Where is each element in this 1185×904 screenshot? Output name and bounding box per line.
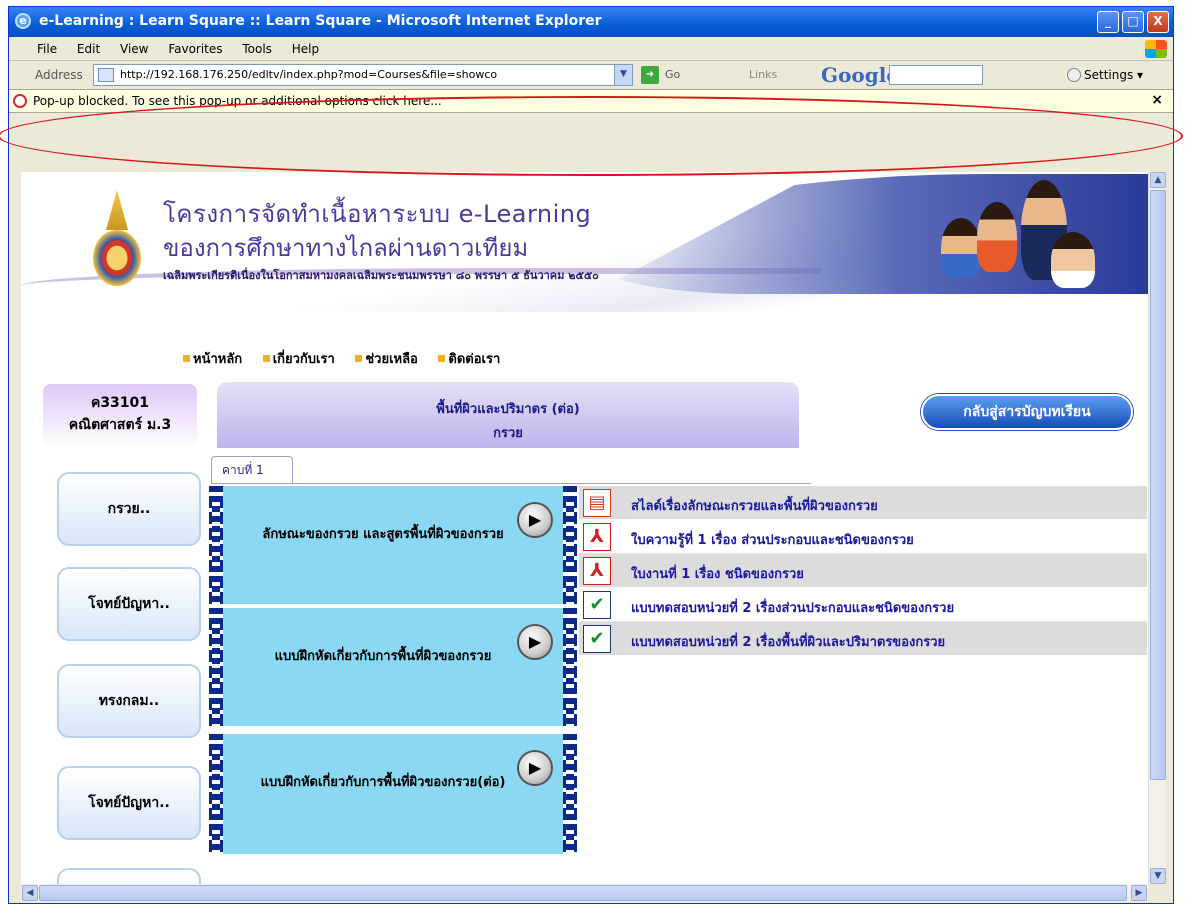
tab-period-1[interactable]: คาบที่ 1 [211,456,293,484]
sidebar-item-problem-1[interactable]: โจทย์ปัญหา.. [57,567,201,641]
resource-link[interactable]: ใบความรู้ที่ 1 เรื่อง ส่วนประกอบและชนิดข… [631,529,914,550]
quiz-icon: ✔ [583,591,611,619]
address-label: Address [35,68,83,82]
google-toolbar-logo: Google [821,63,900,87]
url-text: http://192.168.176.250/edltv/index.php?m… [120,68,498,81]
settings-button[interactable]: Settings ▾ [1067,68,1143,82]
windows-logo-icon [1145,40,1167,58]
window-title: e-Learning : Learn Square :: Learn Squar… [39,13,602,29]
royal-seal-logo [87,190,147,290]
menu-view[interactable]: View [120,42,148,56]
menu-edit[interactable]: Edit [77,42,100,56]
address-bar: Address http://192.168.176.250/edltv/ind… [9,61,1173,89]
title-bar[interactable]: e e-Learning : Learn Square :: Learn Squ… [9,7,1173,37]
back-to-contents-button[interactable]: กลับสู่สารบัญบทเรียน [921,394,1133,430]
main-nav: หน้าหลัก เกี่ยวกับเรา ช่วยเหลือ ติดต่อเร… [183,348,516,369]
course-code: ค33101 [90,395,150,411]
scroll-up-icon[interactable]: ▲ [1150,172,1166,188]
scroll-thumb[interactable] [1150,190,1166,780]
popup-blocked-bar[interactable]: Pop-up blocked. To see this pop-up or ad… [9,89,1173,113]
menu-help[interactable]: Help [292,42,319,56]
banner-tagline: เฉลิมพระเกียรติเนื่องในโอกาสมหามงคลเฉลิม… [163,269,599,282]
banner-subtitle: ของการศึกษาทางไกลผ่านดาวเทียม [163,234,529,262]
minimize-button[interactable]: _ [1097,11,1119,33]
lesson-header: พื้นที่ผิวและปริมาตร (ต่อ) กรวย [217,382,799,448]
course-name: คณิตศาสตร์ ม.3 [68,417,172,433]
sidebar-item-problem-2[interactable]: โจทย์ปัญหา.. [57,766,201,840]
video-title: แบบฝึกหัดเกี่ยวกับการพื้นที่ผิวของกรวย(ต… [260,775,506,790]
go-button[interactable]: Go [665,68,680,81]
menu-bar: File Edit View Favorites Tools Help [9,37,1173,61]
scroll-right-icon[interactable]: ▶ [1131,885,1147,901]
site-banner: โครงการจัดทำเนื้อหาระบบ e-Learning ของกา… [21,172,1148,312]
browser-window: e e-Learning : Learn Square :: Learn Squ… [8,6,1174,904]
nav-home[interactable]: หน้าหลัก [183,352,242,367]
video-item[interactable]: แบบฝึกหัดเกี่ยวกับการพื้นที่ผิวของกรวย(ต… [209,734,577,854]
go-arrow-icon[interactable]: ➜ [641,66,659,84]
settings-label: Settings [1084,68,1134,82]
resource-row[interactable]: ✔ แบบทดสอบหน่วยที่ 2 เรื่องส่วนประกอบและ… [579,588,1147,622]
scroll-left-icon[interactable]: ◀ [22,885,38,901]
page-icon [98,68,114,82]
ie-icon: e [15,13,31,29]
sidebar-item-sphere[interactable]: ทรงกลม.. [57,664,201,738]
play-icon[interactable]: ▶ [517,624,553,660]
resource-link[interactable]: ใบงานที่ 1 เรื่อง ชนิดของกรวย [631,563,804,584]
scroll-down-icon[interactable]: ▼ [1150,868,1166,884]
vertical-scrollbar[interactable]: ▲ ▼ [1148,172,1166,884]
pdf-icon: ⅄ [583,523,611,551]
popup-blocked-text: Pop-up blocked. To see this pop-up or ad… [33,94,442,108]
play-icon[interactable]: ▶ [517,502,553,538]
page-content: โครงการจัดทำเนื้อหาระบบ e-Learning ของกา… [21,172,1148,884]
hscroll-thumb[interactable] [39,885,1127,901]
video-item[interactable]: ลักษณะของกรวย และสูตรพื้นที่ผิวของกรวย ▶ [209,486,577,604]
resource-row[interactable]: ✔ แบบทดสอบหน่วยที่ 2 เรื่องพื้นที่ผิวและ… [579,622,1147,656]
menu-file[interactable]: File [37,42,57,56]
links-button[interactable]: Links [749,68,777,81]
resource-row[interactable]: ⅄ ใบความรู้ที่ 1 เรื่อง ส่วนประกอบและชนิ… [579,520,1147,554]
nav-help[interactable]: ช่วยเหลือ [355,352,418,367]
video-title: แบบฝึกหัดเกี่ยวกับการพื้นที่ผิวของกรวย [274,649,492,664]
url-field[interactable]: http://192.168.176.250/edltv/index.php?m… [93,64,633,86]
course-box: ค33101 คณิตศาสตร์ ม.3 [43,384,197,448]
address-dropdown-icon[interactable]: ▼ [614,65,632,85]
resource-link[interactable]: สไลด์เรื่องลักษณะกรวยและพื้นที่ผิวของกรว… [631,495,878,516]
tab-underline [211,483,811,484]
quiz-icon: ✔ [583,625,611,653]
video-title: ลักษณะของกรวย และสูตรพื้นที่ผิวของกรวย [262,527,504,542]
maximize-button[interactable]: □ [1122,11,1144,33]
resource-row[interactable]: ▤ สไลด์เรื่องลักษณะกรวยและพื้นที่ผิวของก… [579,486,1147,520]
close-button[interactable]: X [1147,11,1169,33]
horizontal-scrollbar[interactable]: ◀ ▶ [21,884,1148,902]
blocked-icon [13,94,27,108]
nav-about[interactable]: เกี่ยวกับเรา [263,352,335,367]
pdf-icon: ⅄ [583,557,611,585]
slide-icon: ▤ [583,489,611,517]
popup-close-icon[interactable]: × [1151,92,1163,108]
play-icon[interactable]: ▶ [517,750,553,786]
resource-row[interactable]: ⅄ ใบงานที่ 1 เรื่อง ชนิดของกรวย [579,554,1147,588]
lesson-subtitle: กรวย [493,426,523,441]
video-item[interactable]: แบบฝึกหัดเกี่ยวกับการพื้นที่ผิวของกรวย ▶ [209,608,577,726]
resource-link[interactable]: แบบทดสอบหน่วยที่ 2 เรื่องพื้นที่ผิวและปร… [631,631,945,652]
nav-contact[interactable]: ติดต่อเรา [438,352,500,367]
sidebar-item-more[interactable] [57,868,201,884]
settings-icon [1067,68,1081,82]
students-photo [921,178,1101,290]
sidebar-item-cone[interactable]: กรวย.. [57,472,201,546]
resource-link[interactable]: แบบทดสอบหน่วยที่ 2 เรื่องส่วนประกอบและชน… [631,597,954,618]
google-search-box[interactable] [889,65,983,85]
resource-list: ▤ สไลด์เรื่องลักษณะกรวยและพื้นที่ผิวของก… [579,486,1147,656]
menu-favorites[interactable]: Favorites [168,42,222,56]
video-filmstrip: ลักษณะของกรวย และสูตรพื้นที่ผิวของกรวย ▶… [209,486,577,884]
menu-tools[interactable]: Tools [242,42,272,56]
lesson-title: พื้นที่ผิวและปริมาตร (ต่อ) [436,402,580,417]
